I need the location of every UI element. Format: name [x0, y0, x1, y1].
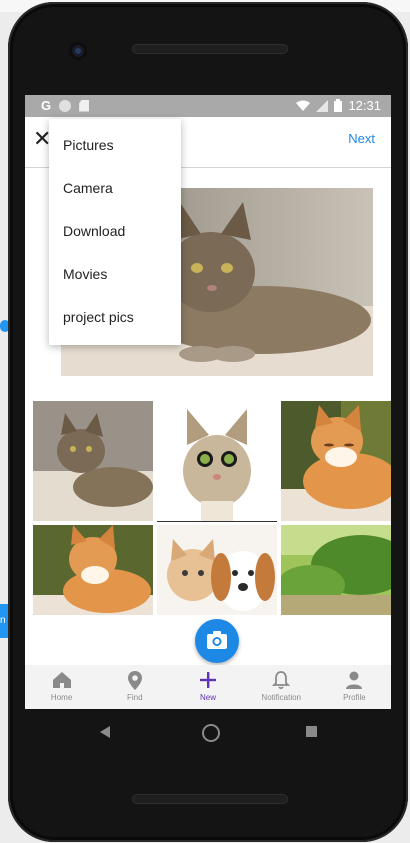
front-camera: [69, 42, 87, 60]
sd-card-icon: [79, 99, 90, 112]
nav-find[interactable]: Find: [98, 665, 171, 709]
top-speaker: [132, 44, 288, 54]
map-pin-icon: [127, 671, 142, 690]
signal-icon: [316, 99, 329, 112]
phone-frame: G 12:31 ✕ Next Home Find New Notificatio…: [8, 2, 408, 842]
camera-button[interactable]: [195, 619, 239, 663]
status-bar: G 12:31: [25, 95, 391, 117]
carrier-g-icon: G: [41, 98, 52, 113]
bell-icon: [272, 671, 291, 690]
folder-option-pictures[interactable]: Pictures: [49, 124, 181, 167]
folder-dropdown-menu: Pictures Camera Download Movies project …: [49, 119, 181, 345]
nav-new-label: New: [200, 693, 217, 702]
bottom-navigation: Home Find New Notification Profile: [25, 665, 391, 709]
home-circle-icon[interactable]: [202, 724, 220, 742]
nav-profile[interactable]: Profile: [318, 665, 391, 709]
folder-option-project-pics[interactable]: project pics: [49, 296, 181, 339]
folder-option-camera[interactable]: Camera: [49, 167, 181, 210]
photo-thumbnail[interactable]: [33, 401, 153, 521]
bottom-speaker: [132, 794, 288, 804]
wifi-icon: [296, 100, 311, 111]
next-button[interactable]: Next: [348, 131, 375, 146]
home-icon: [52, 672, 71, 688]
app-screen: G 12:31 ✕ Next Home Find New Notificatio…: [25, 95, 391, 709]
photo-thumbnail[interactable]: [157, 525, 277, 615]
battery-icon: [334, 99, 343, 112]
status-time: 12:31: [348, 98, 381, 113]
back-icon[interactable]: [100, 726, 110, 738]
system-navigation-bar: [8, 708, 408, 752]
nav-home[interactable]: Home: [25, 665, 98, 709]
folder-option-movies[interactable]: Movies: [49, 253, 181, 296]
nav-profile-label: Profile: [343, 693, 366, 702]
camera-icon: [207, 631, 227, 649]
nav-new[interactable]: New: [171, 665, 244, 709]
person-icon: [346, 671, 363, 689]
recent-apps-icon[interactable]: [306, 726, 317, 737]
photo-thumbnail[interactable]: [33, 525, 153, 615]
notification-dot-icon: [59, 99, 72, 112]
nav-find-label: Find: [127, 693, 143, 702]
nav-notification-label: Notification: [261, 693, 301, 702]
photo-thumbnail[interactable]: [281, 401, 391, 521]
photo-thumbnail[interactable]: [157, 401, 277, 522]
nav-notification[interactable]: Notification: [245, 665, 318, 709]
nav-home-label: Home: [50, 693, 73, 702]
photo-thumbnail[interactable]: [281, 525, 391, 615]
plus-icon: [200, 672, 216, 688]
folder-option-download[interactable]: Download: [49, 210, 181, 253]
